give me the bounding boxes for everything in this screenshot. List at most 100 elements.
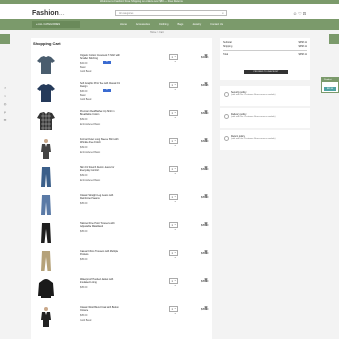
- delete-icon[interactable]: 🗑: [204, 82, 208, 86]
- product-name[interactable]: Classic Wool Blend Coat with Button Clos…: [80, 306, 122, 312]
- search-placeholder: All categories: [119, 12, 134, 15]
- header-icons: ☺♡⊡: [293, 11, 307, 16]
- quantity-stepper[interactable]: 1 ▲ ▼: [169, 166, 178, 175]
- delete-icon[interactable]: 🗑: [204, 222, 208, 226]
- cart-panel: Shopping Cart Organic Cotton Crewneck T-…: [31, 38, 212, 339]
- product-thumbnail[interactable]: [35, 194, 57, 216]
- nav-link[interactable]: Clothing: [159, 19, 169, 30]
- mail-icon[interactable]: ✉: [2, 118, 8, 122]
- product-price: $39.00: [80, 118, 88, 121]
- quantity-value: 1: [171, 252, 173, 255]
- product-thumbnail[interactable]: [35, 250, 57, 272]
- pinterest-icon[interactable]: p: [2, 110, 8, 114]
- cart-item: Casual Chino Trousers with Multiple Pock…: [31, 249, 212, 275]
- policy-icon: [224, 136, 229, 141]
- product-name[interactable]: Casual Chino Trousers with Multiple Pock…: [80, 250, 122, 256]
- delete-icon[interactable]: 🗑: [204, 54, 208, 58]
- quantity-value: 1: [171, 140, 173, 143]
- stepper-arrows-icon[interactable]: ▲ ▼: [174, 195, 176, 205]
- facebook-icon[interactable]: f: [2, 86, 8, 90]
- product-name[interactable]: Slim Fit Stretch Denim Jeans for Everyda…: [80, 166, 122, 172]
- twitter-icon[interactable]: t: [2, 94, 8, 98]
- quantity-value: 1: [171, 56, 173, 59]
- nav-link[interactable]: Bags: [177, 19, 183, 30]
- product-price: $39.00: [80, 174, 88, 177]
- quantity-value: 1: [171, 112, 173, 115]
- floating-tab-price[interactable]: $32.00: [324, 87, 336, 91]
- quantity-stepper[interactable]: 1 ▲ ▼: [169, 54, 178, 63]
- delete-icon[interactable]: 🗑: [204, 278, 208, 282]
- stepper-arrows-icon[interactable]: ▲ ▼: [174, 167, 176, 177]
- floating-product-tab[interactable]: Product $32.00: [321, 77, 339, 93]
- instagram-icon[interactable]: ◎: [2, 102, 8, 106]
- quantity-value: 1: [171, 224, 173, 227]
- product-thumbnail[interactable]: [35, 138, 57, 160]
- product-thumbnail[interactable]: [35, 110, 57, 132]
- quantity-stepper[interactable]: 1 ▲ ▼: [169, 194, 178, 203]
- product-variant: Embroidered Basic: [80, 151, 101, 154]
- product-name[interactable]: Organic Cotton Crewneck T-Shirt with Sma…: [80, 54, 122, 60]
- stepper-arrows-icon[interactable]: ▲ ▼: [174, 55, 176, 65]
- cart-title: Shopping Cart: [33, 41, 61, 46]
- quantity-stepper[interactable]: 1 ▲ ▼: [169, 138, 178, 147]
- product-price: $35.00: [80, 230, 88, 233]
- stepper-arrows-icon[interactable]: ▲ ▼: [174, 223, 176, 233]
- stepper-arrows-icon[interactable]: ▲ ▼: [174, 111, 176, 121]
- cart-item: Tailored Fine Point Trousers with Adjust…: [31, 221, 212, 247]
- delete-icon[interactable]: 🗑: [204, 194, 208, 198]
- delete-icon[interactable]: 🗑: [204, 306, 208, 310]
- cart-icon[interactable]: ⊡: [303, 11, 307, 16]
- product-thumbnail[interactable]: [35, 306, 57, 328]
- product-name[interactable]: Soft Graphic Print Tee with Classic Fit …: [80, 82, 122, 88]
- policy-icon: [224, 114, 229, 119]
- quantity-stepper[interactable]: 1 ▲ ▼: [169, 306, 178, 315]
- product-variant: Embroidered Basic: [80, 123, 101, 126]
- logo-suffix: ...: [58, 10, 65, 17]
- quantity-stepper[interactable]: 1 ▲ ▼: [169, 222, 178, 231]
- product-thumbnail[interactable]: [35, 82, 57, 104]
- product-thumbnail[interactable]: [35, 54, 57, 76]
- nav-link[interactable]: Accessories: [136, 19, 150, 30]
- stepper-arrows-icon[interactable]: ▲ ▼: [174, 251, 176, 261]
- cart-item: Formal Outer Long Sleeve Shirt with Wrin…: [31, 137, 212, 163]
- stepper-arrows-icon[interactable]: ▲ ▼: [174, 83, 176, 93]
- nav-links: Home Accessories Clothing Bags Jewelry Contac…: [120, 19, 223, 30]
- checkout-button[interactable]: PROCEED TO CHECKOUT: [244, 70, 288, 74]
- quantity-value: 1: [171, 280, 173, 283]
- nav-link[interactable]: Home: [120, 19, 127, 30]
- nav-link[interactable]: Jewelry: [192, 19, 201, 30]
- delete-icon[interactable]: 🗑: [204, 166, 208, 170]
- nav-link[interactable]: Contact Us: [210, 19, 223, 30]
- subtotal-row: Subtotal $358.11: [223, 41, 307, 44]
- product-thumbnail[interactable]: [35, 278, 57, 300]
- logo[interactable]: Fashion...: [32, 10, 65, 18]
- site-header: Fashion... All categories ⌕ ☺♡⊡: [0, 4, 339, 19]
- left-panel-toggle[interactable]: [0, 34, 10, 44]
- policy-description: (edit with the Customer Reassurance modu…: [231, 116, 276, 118]
- product-name[interactable]: Waterproof Hooded Jacket with Insulated …: [80, 278, 122, 284]
- quantity-stepper[interactable]: 1 ▲ ▼: [169, 278, 178, 287]
- delete-icon[interactable]: 🗑: [204, 110, 208, 114]
- quantity-stepper[interactable]: 1 ▲ ▼: [169, 250, 178, 259]
- stepper-arrows-icon[interactable]: ▲ ▼: [174, 279, 176, 289]
- right-panel-toggle[interactable]: [329, 34, 339, 44]
- product-price: $35.00: [80, 286, 88, 289]
- delete-icon[interactable]: 🗑: [204, 138, 208, 142]
- product-name[interactable]: Classic Straight Leg Jeans with Reinforc…: [80, 194, 122, 200]
- cart-item: Classic Straight Leg Jeans with Reinforc…: [31, 193, 212, 219]
- all-categories-button[interactable]: ≡ ALL CATEGORIES: [32, 21, 80, 28]
- product-price: $35.00: [80, 314, 88, 317]
- delete-icon[interactable]: 🗑: [204, 250, 208, 254]
- stepper-arrows-icon[interactable]: ▲ ▼: [174, 307, 176, 317]
- search-icon[interactable]: ⌕: [222, 11, 224, 16]
- product-name[interactable]: Formal Outer Long Sleeve Shirt with Wrin…: [80, 138, 122, 144]
- breadcrumb[interactable]: Home > Cart: [150, 31, 164, 34]
- product-thumbnail[interactable]: [35, 222, 57, 244]
- search-input[interactable]: All categories ⌕: [115, 10, 227, 16]
- quantity-stepper[interactable]: 1 ▲ ▼: [169, 82, 178, 91]
- stepper-arrows-icon[interactable]: ▲ ▼: [174, 139, 176, 149]
- product-name[interactable]: Premium Red/Rather-Up Shirt in Breathabl…: [80, 110, 122, 116]
- product-thumbnail[interactable]: [35, 166, 57, 188]
- product-name[interactable]: Tailored Fine Point Trousers with Adjust…: [80, 222, 122, 228]
- quantity-stepper[interactable]: 1 ▲ ▼: [169, 110, 178, 119]
